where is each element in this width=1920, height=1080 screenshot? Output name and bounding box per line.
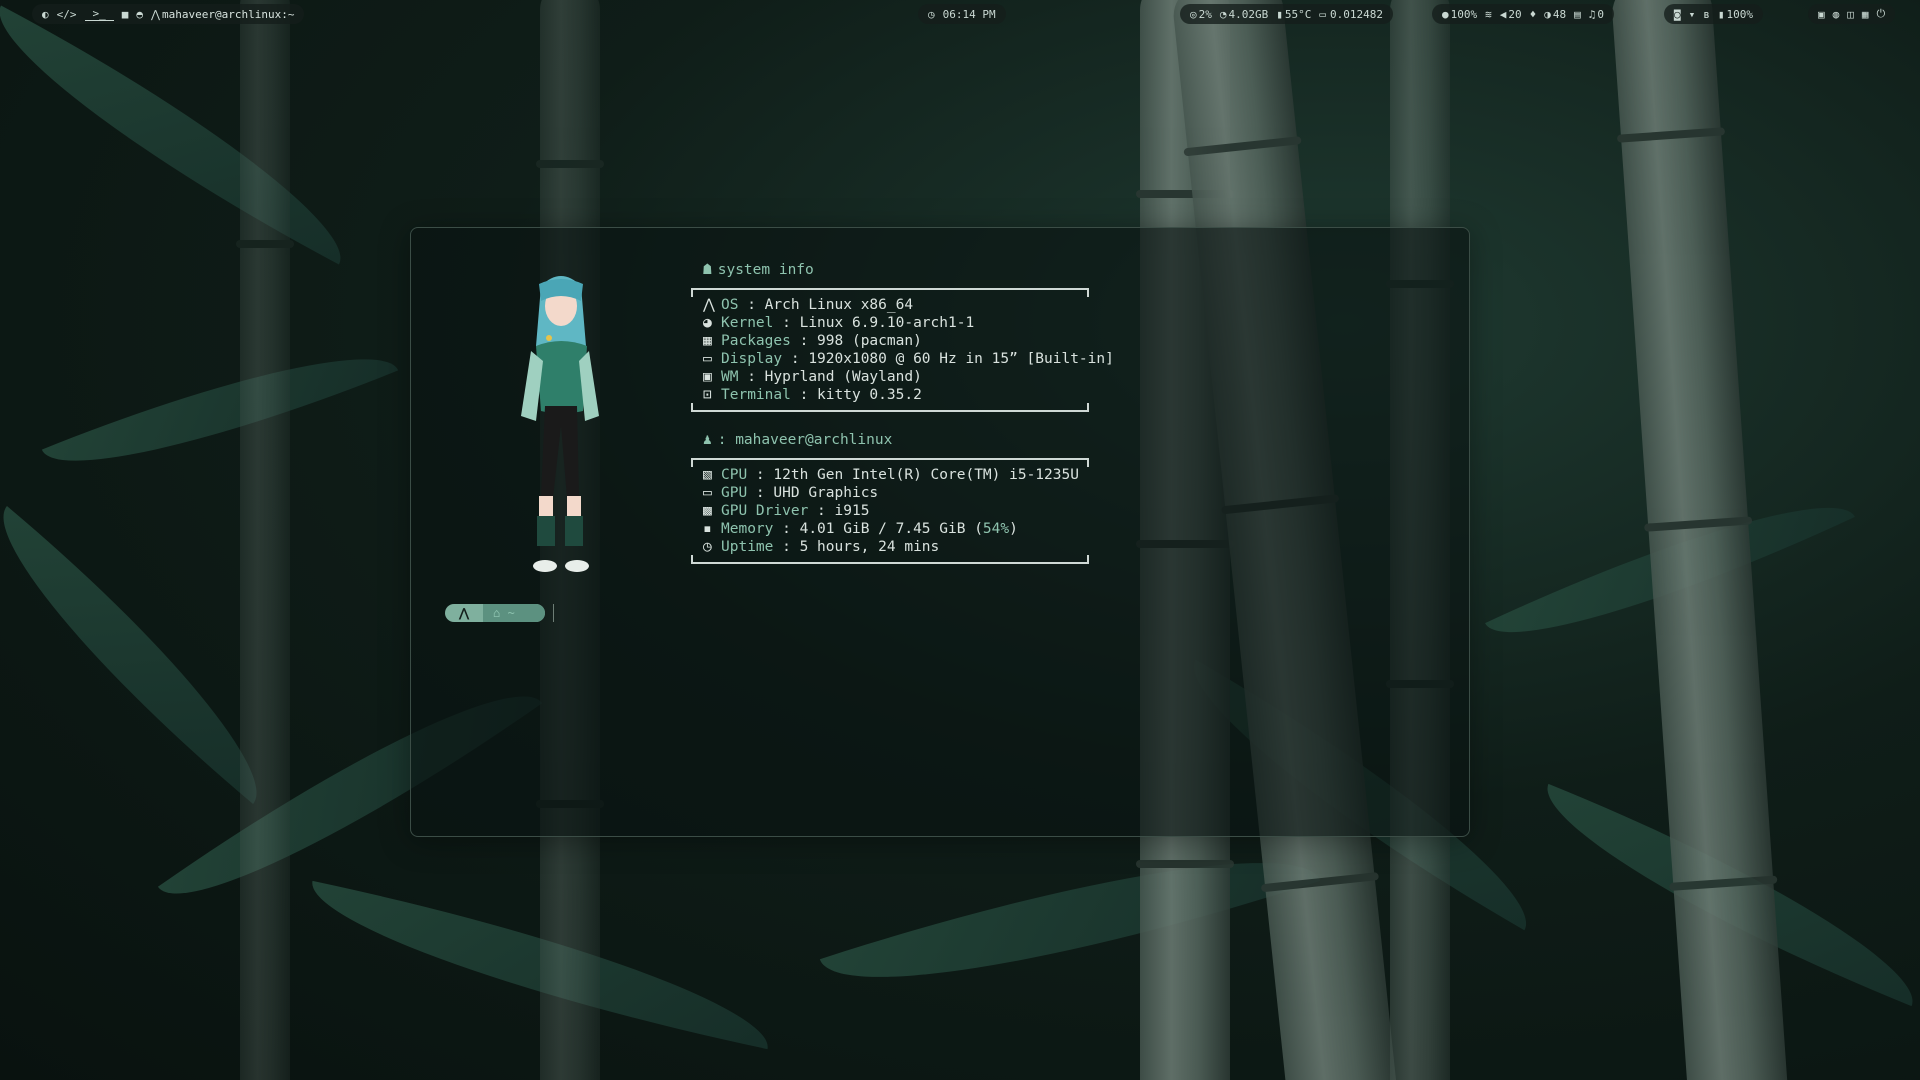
kitty-terminal-window[interactable]: ⋀ ⌂ ~ ☗ system info ⋀ OS : Arch Linux x86… [410, 227, 1470, 837]
info-row-wm: ▣ WM : Hyprland (Wayland) [703, 369, 922, 385]
status-widgets[interactable]: ● 100% ≋ ◀ 20 ♦ ◑ 48 ▤ ♫ 0 [1432, 4, 1614, 24]
monitor-icon: ▭ [703, 351, 712, 367]
prompt-arch-icon: ⋀ [459, 606, 469, 620]
info-row-os: ⋀ OS : Arch Linux x86_64 [703, 297, 914, 313]
thermometer-icon: ▮ [1276, 7, 1283, 21]
wifi-tray-icon[interactable]: ▾ [1689, 8, 1696, 21]
user-heading: ♟ : mahaveer@archlinux [703, 432, 893, 448]
anime-character-logo [521, 276, 599, 572]
battery-icon[interactable]: ▮ [1718, 8, 1725, 21]
wifi-icon[interactable]: ≋ [1485, 8, 1492, 21]
cpu-icon: ◎ [1190, 7, 1197, 21]
network-icon: ▭ [1319, 7, 1326, 21]
ghost-icon: ☗ [703, 262, 712, 278]
memory-usage: 4.02GB [1228, 7, 1269, 21]
temperature: 55°C [1284, 7, 1312, 21]
clock-text: 06:14 PM [942, 7, 996, 21]
brightness-icon[interactable]: ◑ [1544, 8, 1551, 21]
chip-icon: ▩ [703, 503, 712, 519]
monitor-icon: ▭ [703, 485, 712, 501]
system-tray: ◙ ▾ ʙ ▮ 100% [1664, 4, 1763, 24]
dot-icon: ● [1442, 7, 1449, 21]
volume-level: 20 [1508, 7, 1522, 21]
cpu-icon: ▧ [703, 467, 712, 483]
clock-icon: ◷ [703, 539, 712, 555]
signal-level: 100% [1450, 7, 1478, 21]
memory-icon: ▪ [703, 521, 712, 537]
arch-icon: ⋀ [151, 7, 161, 21]
active-window-title: mahaveer@archlinux:~ [162, 7, 295, 21]
code-icon[interactable]: </> [57, 8, 77, 21]
folder-icon[interactable]: ■ [122, 8, 129, 21]
terminal-icon: ⊡ [703, 387, 712, 403]
battery-level: 100% [1726, 7, 1754, 21]
notification-count: 0 [1597, 7, 1604, 21]
bell-icon[interactable]: ♫ [1589, 8, 1596, 21]
clock-widget[interactable]: ◷ 06:14 PM [918, 4, 1006, 24]
hardware-info-box: ▧ CPU : 12th Gen Intel(R) Core(TM) i5-123… [691, 458, 1089, 564]
terminal-icon[interactable]: >_ [84, 7, 114, 21]
discord-icon[interactable]: ◓ [136, 8, 143, 21]
prompt-directory: ⌂ ~ [483, 604, 545, 622]
memory-icon: ◔ [1219, 7, 1227, 21]
os-icon[interactable]: ◐ [42, 8, 49, 21]
microphone-icon[interactable]: ♦ [1530, 8, 1537, 21]
info-row-gpu: ▭ GPU : UHD Graphics [703, 485, 879, 501]
bluetooth-icon[interactable]: ʙ [1703, 8, 1710, 21]
cpu-usage: 2% [1198, 7, 1212, 21]
user-icon: ♟ [703, 432, 712, 448]
volume-icon[interactable]: ◀ [1500, 8, 1507, 21]
session-controls: ▣ ◍ ◫ ▦ ⏻ [1808, 4, 1896, 24]
system-info-box: ⋀ OS : Arch Linux x86_64 ◕ Kernel : Linux … [691, 288, 1114, 412]
arch-icon: ⋀ [703, 297, 715, 313]
info-row-terminal: ⊡ Terminal : kitty 0.35.2 [703, 387, 922, 403]
terminal-cursor [553, 604, 554, 622]
workspace-launcher: ◐ </> >_ ■ ◓ ⋀ mahaveer@archlinux:~ [32, 4, 305, 24]
layout-icon[interactable]: ▦ [1862, 8, 1869, 21]
screenshot-icon[interactable]: ◫ [1847, 8, 1854, 21]
system-stats[interactable]: ◎ 2% ◔ 4.02GB ▮ 55°C ▭ 0.012482 [1180, 4, 1393, 24]
fastfetch-output: ☗ system info ⋀ OS : Arch Linux x86_64 ◕ K… [691, 260, 1114, 564]
top-bar: ◐ </> >_ ■ ◓ ⋀ mahaveer@archlinux:~ ◷ 06… [0, 0, 1920, 28]
info-row-uptime: ◷ Uptime : 5 hours, 24 mins [703, 539, 940, 555]
info-row-display: ▭ Display : 1920x1080 @ 60 Hz in 15” [Bui… [703, 351, 1114, 367]
power-icon[interactable]: ⏻ [1877, 7, 1886, 21]
info-row-memory: ▪ Memory : 4.01 GiB / 7.45 GiB (54%) [703, 521, 1018, 537]
package-icon: ▦ [703, 333, 712, 349]
window-icon: ▣ [703, 369, 712, 385]
info-row-gpu-driver: ▩ GPU Driver : i915 [703, 503, 870, 519]
system-info-heading: ☗ system info [703, 262, 814, 278]
lock-icon[interactable]: ▣ [1818, 8, 1825, 21]
info-row-cpu: ▧ CPU : 12th Gen Intel(R) Core(TM) i5-123… [703, 467, 1079, 483]
network-rate: 0.012482 [1330, 7, 1383, 21]
keyboard-icon[interactable]: ▤ [1574, 8, 1581, 21]
gamepad-icon[interactable]: ◙ [1674, 8, 1681, 21]
clock-icon: ◷ [928, 7, 935, 21]
info-row-kernel: ◕ Kernel : Linux 6.9.10-arch1-1 [703, 315, 975, 331]
brightness-level: 48 [1552, 7, 1567, 21]
kernel-icon: ◕ [703, 315, 712, 331]
shell-prompt: ⋀ ⌂ ~ [445, 604, 545, 622]
info-row-packages: ▦ Packages : 998 (pacman) [703, 333, 922, 349]
palette-icon[interactable]: ◍ [1833, 8, 1840, 21]
